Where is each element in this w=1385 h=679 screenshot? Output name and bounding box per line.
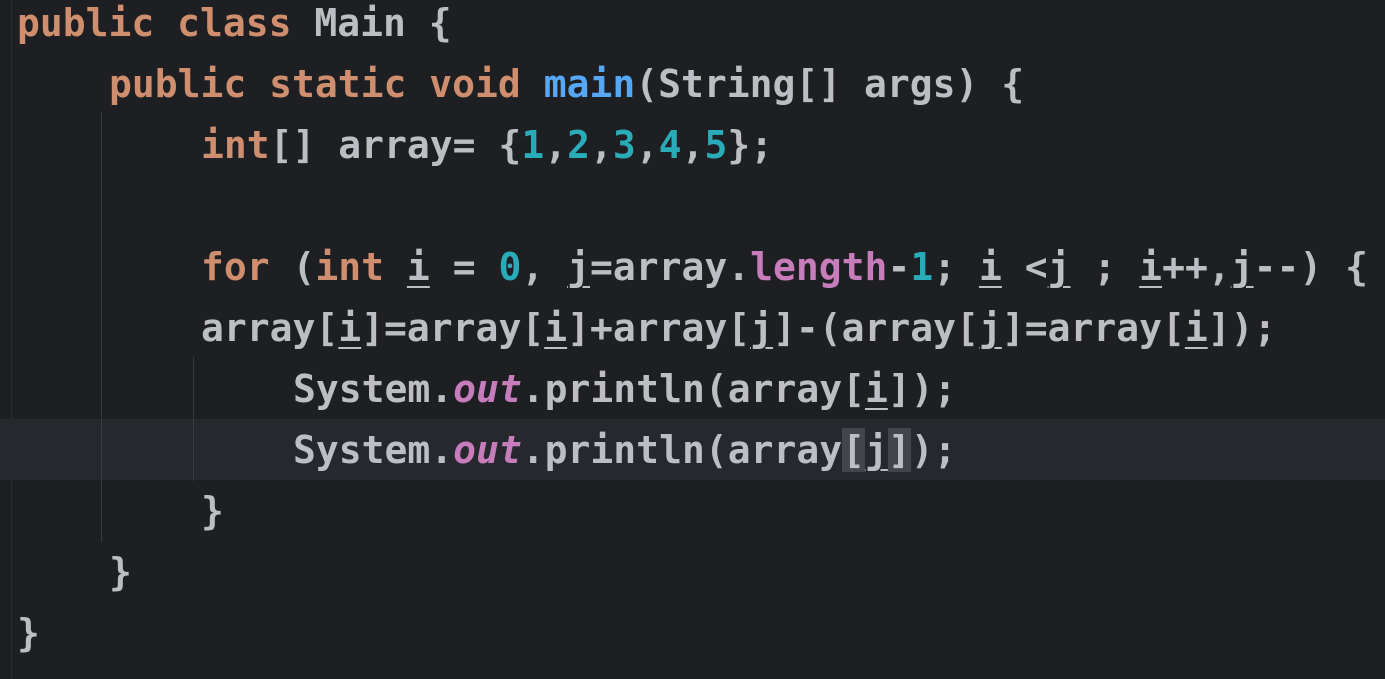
code-line-7[interactable]: System.out.println(array[i]); <box>293 366 957 427</box>
bracket-match: ] <box>887 428 911 472</box>
code-text: = <box>429 245 499 289</box>
current-line-highlight: System.out.println(array[j]); <box>0 419 1385 480</box>
code-text: } <box>109 550 132 594</box>
code-text: ]); <box>887 367 957 411</box>
code-text: }; <box>727 123 774 167</box>
variable-token: j <box>1230 245 1254 289</box>
code-editor[interactable]: public class Main { public static void m… <box>0 0 1385 679</box>
variable-token: i <box>864 367 888 411</box>
number-literal: 0 <box>498 245 522 289</box>
code-line-5[interactable]: for (int i = 0, j=array.length-1; i <j ;… <box>201 244 1368 305</box>
variable-token: i <box>406 245 430 289</box>
variable-token: j <box>978 306 1002 350</box>
code-text: ( <box>292 245 316 289</box>
code-text: array[ <box>201 306 339 350</box>
variable-token: j <box>750 306 774 350</box>
gutter-divider <box>11 0 12 679</box>
keyword-token: public static void <box>109 62 544 106</box>
keyword-token: int <box>201 123 270 167</box>
code-line-3[interactable]: int[] array= {1,2,3,4,5}; <box>201 122 773 183</box>
code-line-1[interactable]: public class Main { <box>17 0 452 61</box>
code-line-8[interactable]: System.out.println(array[j]); <box>293 427 957 473</box>
code-text: .println(array <box>521 428 843 472</box>
variable-token: i <box>338 306 362 350</box>
code-text: .println(array[ <box>521 367 865 411</box>
code-line-11[interactable]: } <box>17 610 40 671</box>
code-text: , <box>589 123 613 167</box>
code-text: , <box>681 123 705 167</box>
code-text: ]-(array[ <box>773 306 979 350</box>
code-text: ]=array[ <box>361 306 545 350</box>
variable-token: i <box>1184 306 1208 350</box>
code-text: } <box>17 611 40 655</box>
static-field-token: out <box>453 428 522 472</box>
number-literal: 4 <box>658 123 682 167</box>
code-line-9[interactable]: } <box>201 488 224 549</box>
code-text: System. <box>293 367 454 411</box>
method-name: main <box>543 62 636 106</box>
bracket-match: [ <box>842 428 865 472</box>
code-text: =array. <box>590 245 751 289</box>
code-text: ); <box>910 428 957 472</box>
code-text: Main { <box>314 1 452 45</box>
variable-token: i <box>1139 245 1163 289</box>
code-line-6[interactable]: array[i]=array[i]+array[j]-(array[j]=arr… <box>201 305 1276 366</box>
code-text: [] array= { <box>269 123 522 167</box>
number-literal: 1 <box>521 123 545 167</box>
code-line-10[interactable]: } <box>109 549 132 610</box>
code-line-2[interactable]: public static void main(String[] args) { <box>109 61 1024 122</box>
number-literal: 3 <box>612 123 636 167</box>
number-literal: 1 <box>910 245 934 289</box>
code-text: , <box>544 123 568 167</box>
keyword-token: int <box>315 245 407 289</box>
code-text: --) { <box>1253 245 1368 289</box>
field-token: length <box>750 245 888 289</box>
number-literal: 5 <box>704 123 728 167</box>
code-text: ]); <box>1207 306 1277 350</box>
code-text: ]=array[ <box>1001 306 1185 350</box>
code-text: System. <box>293 428 454 472</box>
variable-token: j <box>864 428 888 472</box>
code-text: ]+array[ <box>567 306 751 350</box>
variable-token: j <box>1047 245 1071 289</box>
variable-token: i <box>544 306 568 350</box>
code-text: ; <box>1070 245 1140 289</box>
indent-guide <box>101 112 102 542</box>
code-text: ; <box>933 245 979 289</box>
code-text: ++, <box>1162 245 1231 289</box>
code-text: < <box>1001 245 1048 289</box>
indent-guide <box>193 357 194 481</box>
static-field-token: out <box>453 367 522 411</box>
code-text: } <box>201 489 224 533</box>
keyword-token: for <box>201 245 293 289</box>
code-text: - <box>887 245 911 289</box>
code-text: , <box>521 245 568 289</box>
keyword-token: public class <box>17 1 315 45</box>
variable-token: i <box>978 245 1002 289</box>
code-text: , <box>635 123 659 167</box>
code-text: (String[] args) { <box>635 62 1025 106</box>
number-literal: 2 <box>567 123 590 167</box>
variable-token: j <box>567 245 590 289</box>
